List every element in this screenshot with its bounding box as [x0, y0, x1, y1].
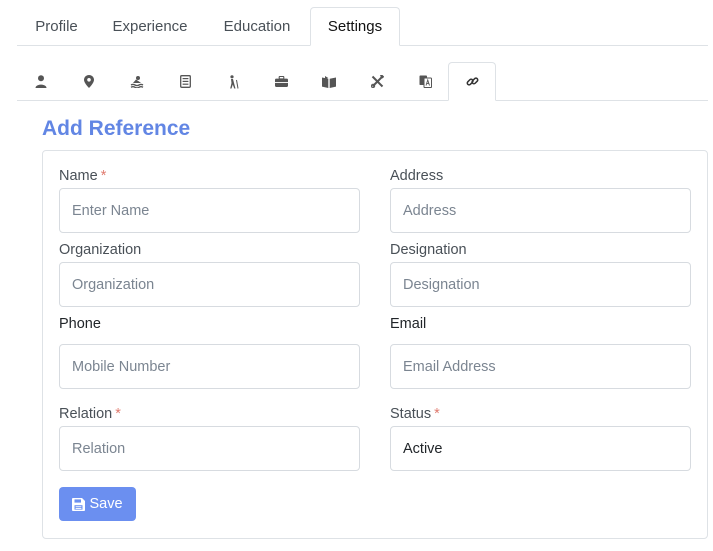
tab-label: Education: [223, 18, 291, 35]
icon-tab-hobbies[interactable]: [113, 62, 161, 101]
icon-tab-location[interactable]: [65, 62, 113, 101]
name-input[interactable]: [59, 188, 360, 233]
save-button[interactable]: Save: [59, 487, 136, 521]
book-open-icon: [322, 75, 336, 88]
icon-tab-documents[interactable]: [161, 62, 209, 101]
name-label: Name *: [59, 168, 106, 184]
organization-input[interactable]: [59, 262, 360, 307]
icon-tab-user[interactable]: [17, 62, 65, 101]
designation-input[interactable]: [390, 262, 691, 307]
organization-label: Organization: [59, 242, 141, 258]
status-selected-value: Active: [403, 440, 443, 457]
tab-label: Experience: [112, 18, 188, 35]
tab-settings[interactable]: Settings: [310, 7, 400, 46]
tab-profile[interactable]: Profile: [17, 7, 96, 46]
relation-label-text: Relation: [59, 406, 113, 422]
icon-tab-languages[interactable]: [401, 62, 449, 101]
address-label-text: Address: [390, 168, 444, 184]
designation-label: Designation: [390, 242, 467, 258]
organization-label-text: Organization: [59, 242, 142, 258]
name-label-text: Name: [59, 168, 98, 184]
status-label-text: Status: [390, 406, 432, 422]
icon-tab-bar: [17, 62, 708, 101]
tab-experience[interactable]: Experience: [96, 7, 204, 46]
hiking-icon: [230, 74, 239, 89]
email-label-text: Email: [390, 316, 427, 332]
address-input[interactable]: [390, 188, 691, 233]
tab-label: Profile: [35, 18, 78, 35]
required-marker: *: [434, 406, 440, 422]
phone-label: Phone: [59, 316, 101, 332]
section-title: Add Reference: [42, 117, 191, 140]
swimmer-icon: [130, 76, 144, 88]
language-icon: [419, 75, 432, 88]
required-marker: *: [115, 406, 121, 422]
designation-label-text: Designation: [390, 242, 467, 258]
save-button-label: Save: [89, 496, 123, 512]
icon-tab-skills[interactable]: [353, 62, 401, 101]
briefcase-icon: [274, 76, 288, 87]
tab-label: Settings: [327, 18, 383, 35]
save-icon: [72, 497, 86, 511]
relation-input[interactable]: [59, 426, 360, 471]
icon-tab-activities[interactable]: [209, 62, 257, 101]
map-marker-icon: [84, 75, 94, 88]
phone-input[interactable]: [59, 344, 360, 389]
tab-education[interactable]: Education: [204, 7, 310, 46]
user-icon: [35, 75, 47, 88]
relation-label: Relation *: [59, 406, 121, 422]
phone-label-text: Phone: [59, 316, 101, 332]
status-label: Status *: [390, 406, 440, 422]
list-document-icon: [179, 75, 191, 88]
icon-tab-experience[interactable]: [257, 62, 305, 101]
email-label: Email: [390, 316, 426, 332]
top-tab-bar: Profile Experience Education Settings: [17, 7, 708, 46]
address-label: Address: [390, 168, 443, 184]
link-icon: [466, 77, 478, 86]
email-input[interactable]: [390, 344, 691, 389]
icon-tab-references[interactable]: [448, 62, 496, 101]
tools-icon: [370, 75, 384, 88]
status-select[interactable]: Active: [390, 426, 691, 471]
icon-tab-education[interactable]: [305, 62, 353, 101]
required-marker: *: [100, 168, 107, 184]
